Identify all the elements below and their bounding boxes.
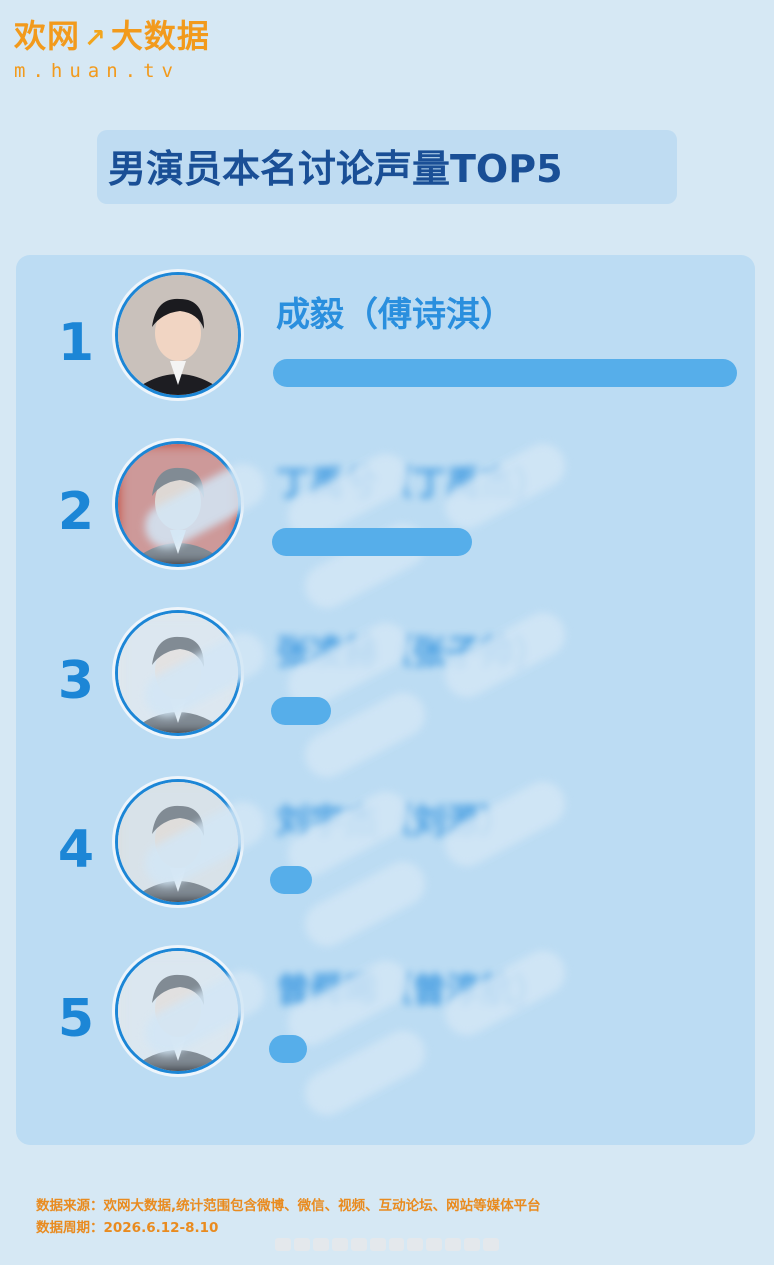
chart-footer: 数据来源：欢网大数据,统计范围包含微博、微信、视频、互动论坛、网站等媒体平台 数… (36, 1195, 541, 1239)
volume-bar (271, 697, 331, 725)
data-source-note: 数据来源：欢网大数据,统计范围包含微博、微信、视频、互动论坛、网站等媒体平台 (36, 1198, 541, 1214)
brand-logo: 欢网 ↗ 大数据 m.huan.tv (14, 18, 210, 83)
volume-bar (273, 359, 737, 387)
volume-bar (270, 866, 312, 894)
avatar (118, 275, 238, 395)
rank-number: 1 (57, 313, 95, 373)
rank-number: 2 (57, 482, 95, 542)
rank-number: 5 (57, 989, 95, 1049)
brand-url: m.huan.tv (14, 60, 180, 82)
rank-number: 3 (57, 651, 95, 711)
data-period-note: 数据周期：2026.6.12-8.10 (36, 1220, 219, 1236)
image-scroll-indicator (275, 1238, 500, 1251)
actor-name: 成毅（傅诗淇） (276, 295, 514, 335)
brand-logo-text: 欢网 ↗ 大数据 (14, 17, 210, 55)
volume-bar (269, 1035, 307, 1063)
volume-bar (272, 528, 472, 556)
rank-number: 4 (57, 820, 95, 880)
chart-logo-icon: ↗ (84, 24, 107, 54)
chart-title: 男演员本名讨论声量TOP5 (108, 147, 563, 191)
